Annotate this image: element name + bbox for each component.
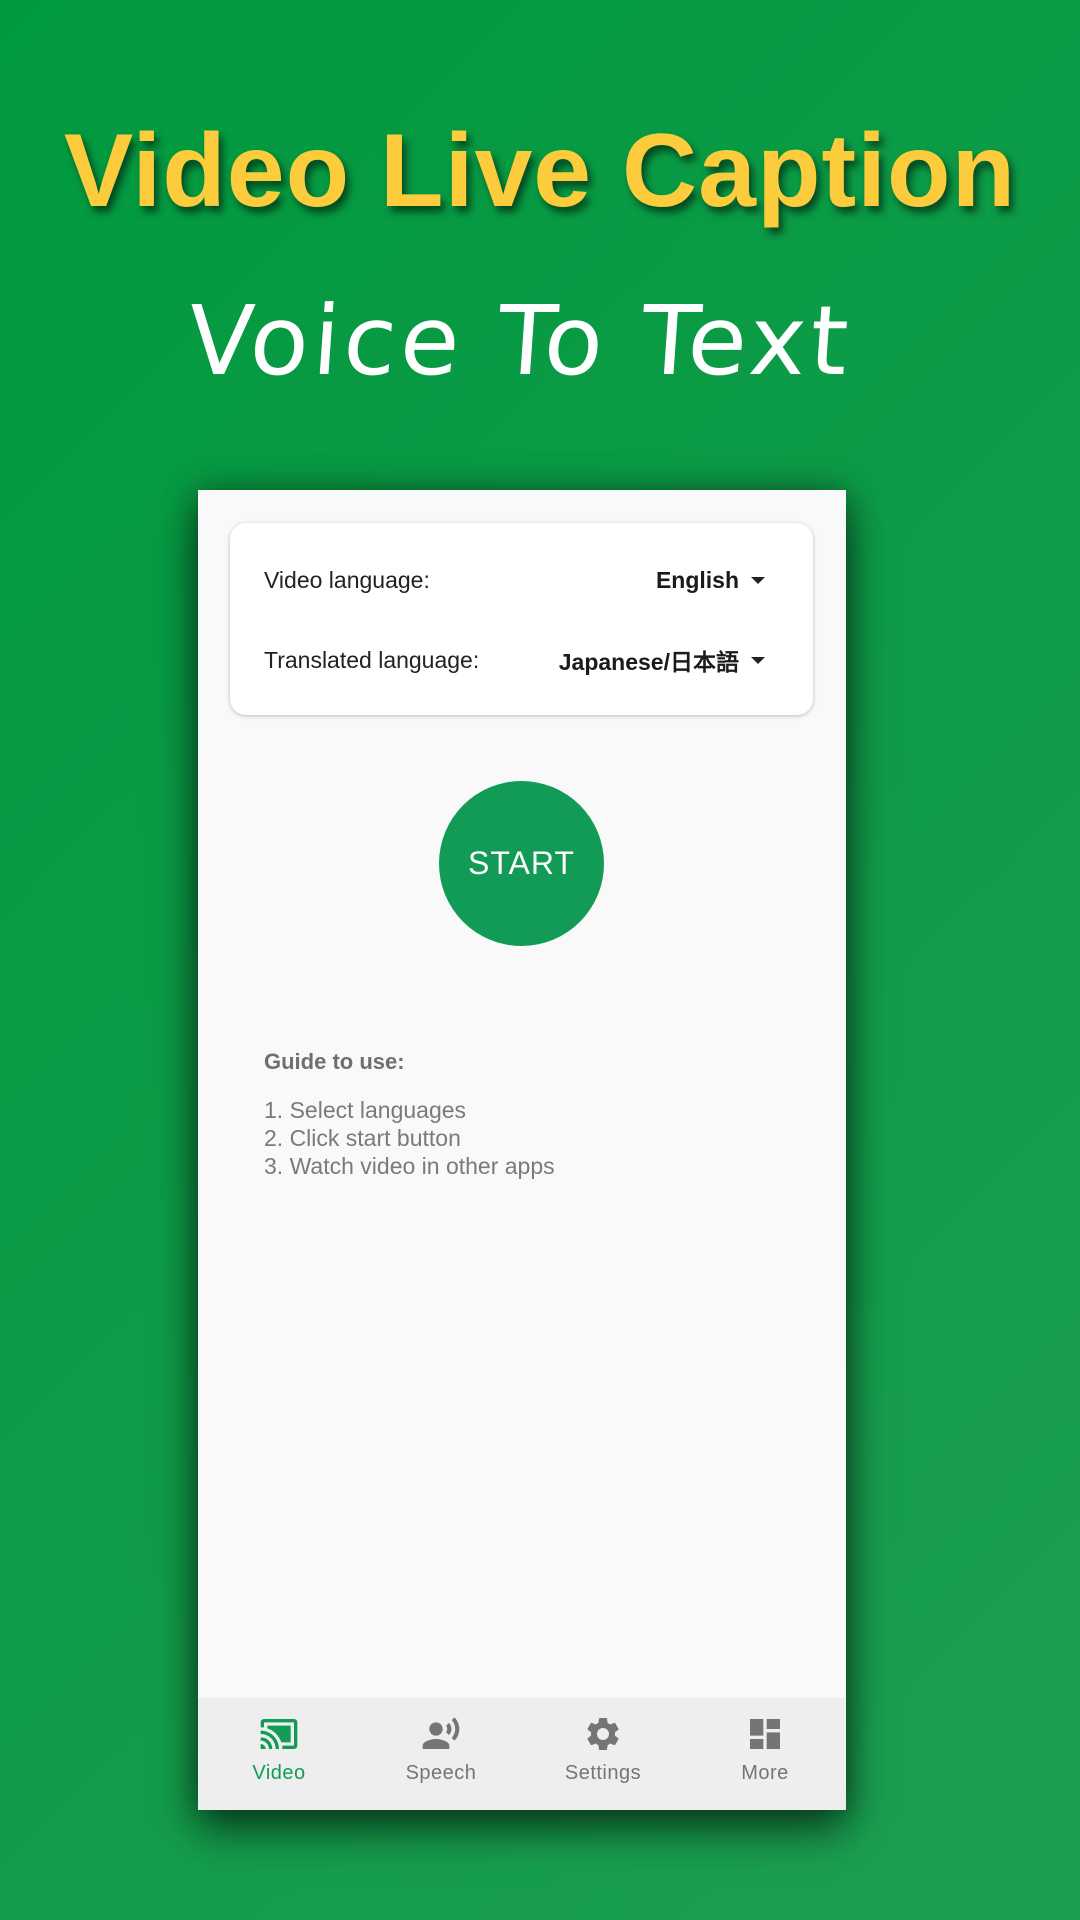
language-card: Video language: English Translated langu… bbox=[230, 523, 813, 715]
nav-item-speech[interactable]: Speech bbox=[360, 1698, 522, 1810]
cast-icon bbox=[260, 1719, 298, 1749]
dashboard-icon bbox=[750, 1719, 780, 1749]
video-language-label: Video language: bbox=[264, 566, 430, 593]
video-language-dropdown[interactable]: English bbox=[656, 567, 765, 594]
nav-item-video[interactable]: Video bbox=[198, 1698, 360, 1810]
dropdown-arrow-icon bbox=[751, 656, 765, 664]
video-language-row: Video language: English bbox=[264, 560, 765, 600]
guide-step: 2. Click start button bbox=[264, 1125, 461, 1151]
gear-icon bbox=[587, 1718, 619, 1750]
translated-language-label: Translated language: bbox=[264, 646, 480, 673]
nav-item-more[interactable]: More bbox=[684, 1698, 846, 1810]
promo-headline: Video Live Caption bbox=[63, 113, 1017, 229]
promo-subhead: Voice To Text bbox=[184, 285, 856, 397]
guide-title: Guide to use: bbox=[264, 1049, 405, 1074]
video-language-value: English bbox=[655, 566, 739, 593]
translated-language-dropdown[interactable]: Japanese/日本語 bbox=[559, 643, 765, 677]
translated-language-row: Translated language: Japanese/日本語 bbox=[264, 640, 765, 680]
phone-screen: Video language: English Translated langu… bbox=[198, 490, 846, 1810]
nav-label-more: More bbox=[741, 1762, 789, 1784]
start-button[interactable]: START bbox=[439, 781, 604, 946]
nav-label-settings: Settings bbox=[564, 1762, 642, 1784]
nav-label-speech: Speech bbox=[405, 1762, 477, 1784]
guide-step: 1. Select languages bbox=[264, 1097, 467, 1123]
translated-language-value: Japanese/日本語 bbox=[558, 649, 739, 675]
guide-step: 3. Watch video in other apps bbox=[264, 1153, 555, 1179]
bottom-navigation: Video Speech Settings More bbox=[198, 1698, 846, 1810]
guide-list: 1. Select languages 2. Click start butto… bbox=[264, 1096, 555, 1180]
voice-person-icon bbox=[422, 1717, 460, 1749]
nav-label-video: Video bbox=[252, 1762, 306, 1784]
dropdown-arrow-icon bbox=[751, 576, 765, 584]
nav-item-settings[interactable]: Settings bbox=[522, 1698, 684, 1810]
